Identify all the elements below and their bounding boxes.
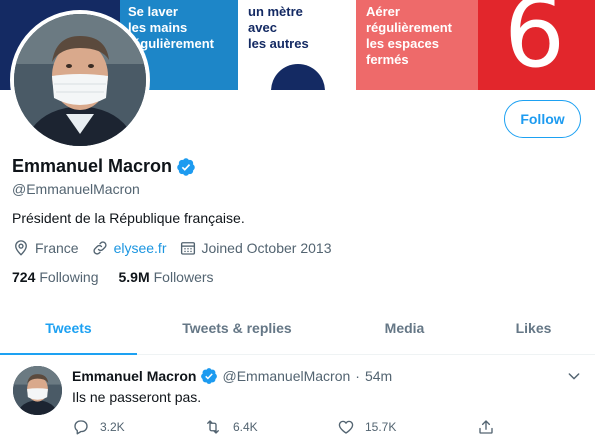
retweet-icon (207, 420, 219, 434)
tweet-avatar[interactable] (13, 366, 62, 415)
like-button[interactable]: 15.7K (337, 418, 477, 436)
following-label: Following (39, 269, 99, 285)
tab-tweets-replies[interactable]: Tweets & replies (137, 302, 337, 354)
share-icon (479, 420, 493, 434)
chevron-down-icon[interactable] (566, 368, 582, 384)
like-count: 15.7K (365, 420, 397, 434)
profile-location-text: France (35, 240, 79, 256)
verified-badge-icon (177, 157, 195, 176)
profile-tabs: Tweets Tweets & replies Media Likes (0, 302, 595, 355)
tweet-timestamp[interactable]: 54m (365, 368, 392, 384)
profile-joined: Joined October 2013 (179, 239, 332, 257)
profile-follow-stats: 724 Following 5.9M Followers (12, 269, 234, 285)
tweet-separator: · (355, 368, 360, 384)
reply-button[interactable]: 3.2K (72, 418, 203, 436)
following-link[interactable]: 724 Following (12, 269, 99, 285)
profile-location: France (12, 239, 79, 257)
profile-meta-row: France elysee.fr Joined October 2013 (12, 239, 343, 257)
tab-likes[interactable]: Likes (472, 302, 595, 354)
tweet-text: Ils ne passeront pas. (72, 389, 202, 405)
profile-joined-text: Joined October 2013 (201, 240, 332, 256)
followers-count: 5.9M (118, 269, 150, 285)
heart-icon (338, 420, 354, 434)
reply-icon (74, 420, 88, 435)
profile-bio: Président de la République française. (12, 210, 245, 226)
following-count: 724 (12, 269, 36, 285)
tweet-author-name[interactable]: Emmanuel Macron (72, 368, 196, 384)
tweet-avatar-image (13, 366, 62, 415)
reply-count: 3.2K (100, 420, 125, 434)
verified-badge-icon (201, 368, 218, 384)
profile-name-row: Emmanuel Macron (12, 156, 196, 177)
banner-text-wash-hands: Se laver les mains régulièrement (128, 4, 214, 51)
profile-name: Emmanuel Macron (12, 156, 173, 176)
banner-panel-number: 6 (478, 0, 595, 90)
location-pin-icon (15, 240, 27, 256)
followers-label: Followers (153, 269, 214, 285)
banner-number: 6 (504, 0, 566, 89)
banner-circle-graphic (271, 64, 325, 90)
retweet-button[interactable]: 6.4K (203, 418, 337, 436)
tab-tweets[interactable]: Tweets (0, 302, 137, 355)
banner-panel-ventilate: Aérer régulièrement les espaces fermés (356, 0, 478, 90)
banner-text-ventilate: Aérer régulièrement les espaces fermés (366, 4, 452, 67)
tweet-header: Emmanuel Macron @EmmanuelMacron · 54m (72, 367, 392, 385)
avatar-portrait-image (14, 14, 146, 146)
profile-website[interactable]: elysee.fr (91, 239, 167, 257)
share-button[interactable] (477, 418, 505, 436)
tweet-actions: 3.2K 6.4K 15.7K (72, 418, 505, 436)
calendar-icon (180, 242, 195, 255)
tweet[interactable]: Emmanuel Macron @EmmanuelMacron · 54m Il… (0, 356, 595, 448)
follow-button[interactable]: Follow (504, 100, 581, 138)
profile-avatar[interactable] (10, 10, 150, 150)
tab-media[interactable]: Media (337, 302, 472, 354)
banner-panel-distance: un mètre avec les autres (238, 0, 356, 90)
tweet-author-handle[interactable]: @EmmanuelMacron (222, 368, 350, 384)
retweet-count: 6.4K (233, 420, 258, 434)
banner-text-distance: un mètre avec les autres (248, 4, 309, 51)
profile-website-link[interactable]: elysee.fr (114, 240, 167, 256)
followers-link[interactable]: 5.9M Followers (119, 269, 214, 285)
link-icon (93, 241, 107, 255)
profile-handle: @EmmanuelMacron (12, 181, 140, 197)
